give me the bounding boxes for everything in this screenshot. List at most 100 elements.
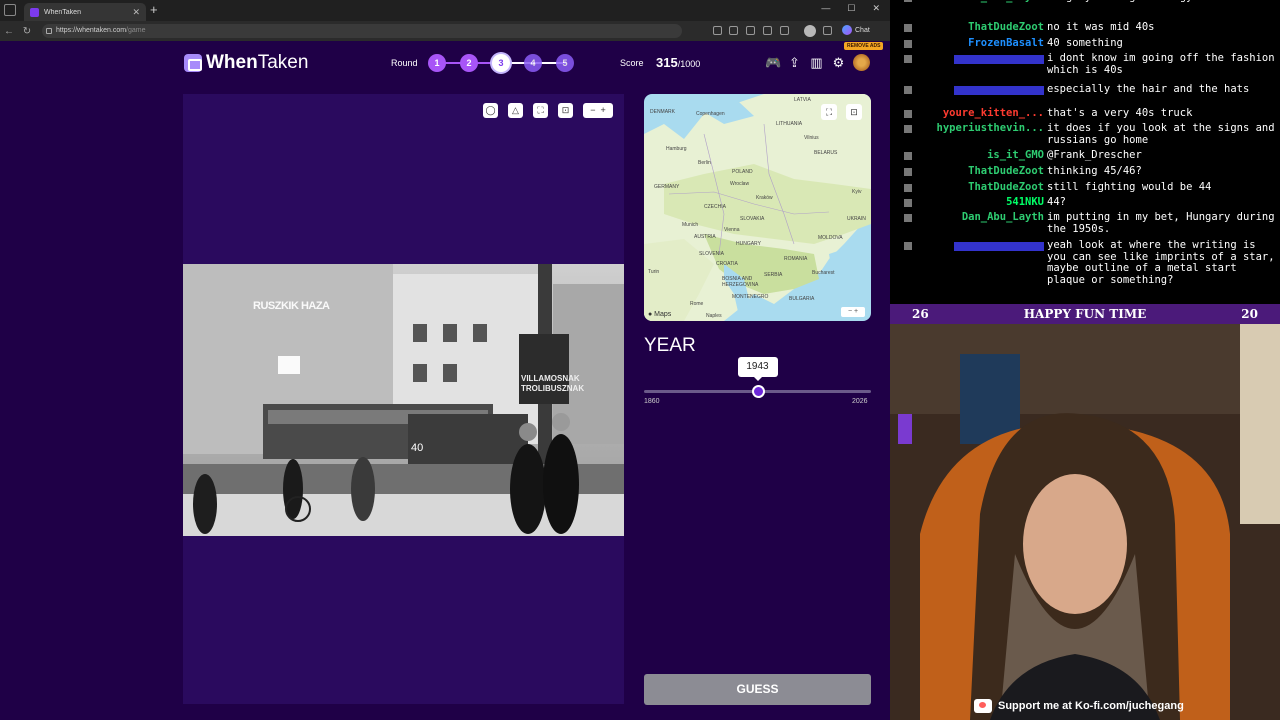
map-label: Vilnius: [804, 135, 819, 141]
round-5: 5: [556, 54, 574, 72]
collections-icon[interactable]: [780, 26, 789, 35]
stats-icon[interactable]: ▥: [809, 55, 824, 70]
chat-label: Chat: [855, 26, 870, 34]
new-tab-icon[interactable]: +: [150, 3, 158, 17]
score-max: /1000: [677, 59, 701, 69]
chat-badge-icon: [904, 168, 912, 176]
chat-username[interactable]: Dan_Abu_Layth: [962, 211, 1044, 224]
favorite-icon[interactable]: [729, 26, 738, 35]
chat-badge-icon: [904, 86, 912, 94]
map-label: GERMANY: [654, 184, 680, 190]
tab-close-icon[interactable]: ✕: [132, 7, 140, 17]
map-label: Berlin: [698, 160, 711, 166]
copilot-chat-button[interactable]: Chat: [842, 25, 870, 35]
stream-chat: Dan_Abu_LaythHungary during the Nagy Yea…: [890, 0, 1280, 304]
address-bar-row: ← ↻ https://whentaken.com/game Chat: [0, 21, 890, 41]
photo-sign-top: RUSZKIK HAZA: [253, 300, 330, 312]
chat-username[interactable]: ThatDudeZoot: [968, 181, 1044, 194]
map-recenter-icon[interactable]: ⊡: [846, 104, 862, 120]
chat-username[interactable]: [954, 242, 1044, 251]
lock-icon: [46, 28, 52, 34]
tab-bar: WhenTaken ✕ + — ☐ ✕: [0, 0, 890, 21]
hint-bulb-icon[interactable]: ◯: [483, 103, 498, 118]
chat-text: i dont know im going off the fashion whi…: [1047, 52, 1275, 76]
tab-actions-icon[interactable]: [4, 4, 16, 16]
year-tooltip: 1943: [737, 357, 778, 381]
year-label: YEAR: [644, 335, 696, 356]
split-icon[interactable]: [763, 26, 772, 35]
map-label: BULGARIA: [789, 296, 815, 302]
chat-username[interactable]: ThatDudeZoot: [968, 21, 1044, 34]
url-path: /game: [126, 27, 146, 34]
user-avatar[interactable]: [853, 54, 870, 71]
round-progress: 1 2 3 4 5: [428, 54, 574, 72]
map-label: CROATIA: [716, 261, 738, 267]
map-label: Hamburg: [666, 146, 687, 152]
remove-ads-button[interactable]: REMOVE ADS: [844, 42, 884, 50]
banner-title: HAPPY FUN TIME: [1023, 307, 1147, 321]
guess-map[interactable]: LATVIA Copenhagen DENMARK LITHUANIA Viln…: [644, 94, 871, 321]
map-label: LITHUANIA: [776, 121, 803, 127]
chat-text: that's a very 40s truck: [1047, 107, 1193, 119]
support-text: Support me at Ko-fi.com/juchegang: [998, 700, 1184, 712]
copilot-icon: [842, 25, 852, 35]
chat-badge-icon: [904, 40, 912, 48]
chat-badge-icon: [904, 214, 912, 222]
banner-right-number: 20: [1241, 307, 1258, 321]
kofi-support: Support me at Ko-fi.com/juchegang: [974, 699, 1184, 713]
zoom-controls[interactable]: − +: [583, 103, 613, 118]
chat-username[interactable]: [954, 55, 1044, 64]
map-label: SLOVAKIA: [740, 216, 765, 222]
year-max: 2026: [852, 398, 868, 405]
profile-avatar[interactable]: [804, 25, 816, 37]
maximize-icon[interactable]: ☐: [847, 3, 855, 14]
map-label: Munich: [682, 222, 699, 228]
chat-username[interactable]: youre_kitten_...: [943, 107, 1044, 120]
chat-username[interactable]: is_it_GMO: [987, 149, 1044, 162]
chat-text: im putting in my bet, Hungary during the…: [1047, 211, 1275, 235]
map-label: Copenhagen: [696, 111, 725, 117]
map-label: Turin: [648, 269, 660, 275]
menu-icon[interactable]: [823, 26, 832, 35]
map-label: Rome: [690, 301, 704, 307]
reader-icon[interactable]: [713, 26, 722, 35]
year-slider-thumb[interactable]: [751, 385, 765, 398]
map-attribution-label: Maps: [652, 311, 672, 318]
chat-badge-icon: [904, 242, 912, 250]
guess-button[interactable]: GUESS: [644, 674, 871, 705]
logo-word-when: When: [206, 52, 258, 73]
logo-icon: [184, 54, 202, 72]
logo[interactable]: When Taken: [184, 52, 308, 74]
map-fullscreen-icon[interactable]: ⛶: [821, 104, 837, 120]
tab-whentaken[interactable]: WhenTaken ✕: [24, 3, 146, 21]
reload-icon[interactable]: ↻: [18, 26, 36, 37]
chat-text: it does if you look at the signs and rus…: [1047, 122, 1275, 146]
focus-icon[interactable]: ⊡: [558, 103, 573, 118]
historic-photo[interactable]: RUSZKIK HAZA VILLAMOSNAK TROLIBUSZNAK 40: [183, 264, 624, 536]
map-label: MOLDOVA: [818, 235, 843, 241]
back-icon[interactable]: ←: [0, 26, 18, 37]
close-window-icon[interactable]: ✕: [872, 3, 880, 14]
map-label: BELARUS: [814, 150, 838, 156]
map-zoom-control[interactable]: − +: [841, 307, 865, 317]
extensions-icon[interactable]: [746, 26, 755, 35]
fullscreen-icon[interactable]: ⛶: [533, 103, 548, 118]
gamepad-icon[interactable]: 🎮: [765, 55, 781, 70]
settings-gear-icon[interactable]: ⚙: [831, 55, 846, 70]
minimize-icon[interactable]: —: [821, 3, 830, 14]
share-icon[interactable]: ⇪: [787, 55, 802, 70]
chat-username[interactable]: 541NKU: [1006, 196, 1044, 209]
round-1: 1: [428, 54, 446, 72]
chat-username[interactable]: Dan_Abu_Layth: [962, 0, 1044, 4]
chat-username[interactable]: ThatDudeZoot: [968, 165, 1044, 178]
year-min: 1860: [644, 398, 660, 405]
webcam-feed: [890, 324, 1280, 720]
report-warning-icon[interactable]: △: [508, 103, 523, 118]
chat-text: Hungary during the Nagy Years?: [1047, 0, 1279, 4]
address-field[interactable]: https://whentaken.com/game: [42, 24, 682, 38]
score-number: 315: [656, 55, 678, 70]
chat-username[interactable]: [954, 86, 1044, 95]
chat-username[interactable]: FrozenBasalt: [968, 37, 1044, 50]
round-label: Round: [391, 58, 418, 68]
chat-username[interactable]: hyperiusthevin...: [937, 122, 1044, 135]
